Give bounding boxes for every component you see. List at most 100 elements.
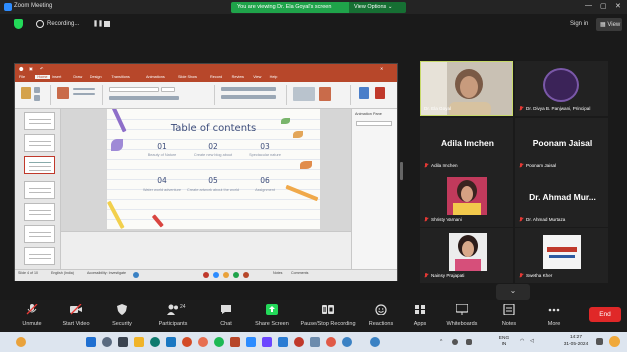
end-meeting-button[interactable]: End	[589, 307, 621, 322]
shapes-icon	[293, 87, 315, 101]
outlook-icon[interactable]	[278, 337, 288, 347]
sign-in-link[interactable]: Sign in	[570, 21, 588, 27]
ppt-tab[interactable]: Record	[210, 75, 222, 79]
editing-group	[353, 85, 395, 105]
participant-name: Poonam Jaisal	[516, 163, 607, 171]
ppt-ribbon-tabs: File Home Insert Draw Design Transitions Anima…	[15, 73, 397, 82]
slide-thumbnail[interactable]	[24, 225, 55, 243]
search-icon[interactable]	[102, 337, 112, 347]
gallery-collapse-chevron-icon[interactable]: ⌄	[496, 284, 530, 300]
participant-tile[interactable]: Swetha Kher	[515, 228, 608, 283]
language-indicator[interactable]: ENG IN	[496, 336, 512, 347]
section-text: Assignment	[255, 188, 275, 192]
tray-icon[interactable]	[452, 339, 458, 345]
spotify-icon[interactable]	[214, 337, 224, 347]
wifi-icon[interactable]: ◠	[520, 339, 524, 345]
start-menu-icon[interactable]	[86, 337, 96, 347]
play-selected-button[interactable]	[356, 121, 392, 126]
dictate-icon	[359, 87, 369, 99]
slide-thumbnail[interactable]	[24, 247, 55, 265]
app-icon[interactable]	[370, 337, 380, 347]
recording-icon	[36, 20, 44, 28]
slide-thumbnail[interactable]	[24, 134, 55, 152]
powerpoint-icon[interactable]	[230, 337, 240, 347]
red-pencil-decoration	[152, 214, 164, 228]
ppt-tab[interactable]: Transitions	[111, 75, 129, 79]
stop-recording-icon[interactable]	[104, 21, 110, 27]
task-view-icon[interactable]	[118, 337, 128, 347]
pause-stop-icon	[322, 305, 334, 314]
app-icon[interactable]	[326, 337, 336, 347]
font-size-select	[161, 87, 175, 92]
participants-button[interactable]: 24 Participants	[143, 300, 203, 332]
zoom-taskbar-icon[interactable]	[246, 337, 256, 347]
clock-date[interactable]: 31-05-2024	[560, 342, 592, 348]
slide-canvas: Table of contents 01 Beauty of Nature 02…	[61, 109, 351, 269]
shared-taskbar-icon	[203, 272, 209, 278]
participant-tile[interactable]: Nainsy Prajapati	[420, 228, 513, 283]
teams-icon[interactable]	[262, 337, 272, 347]
app-icon[interactable]	[294, 337, 304, 347]
ppt-tab[interactable]: Draw	[73, 75, 82, 79]
participant-tile[interactable]: Dr. Ahmad Mur... Dr. Ahmad Murtaza	[515, 172, 608, 227]
participant-name: Nainsy Prajapati	[421, 273, 512, 281]
splitter-handle[interactable]	[400, 162, 403, 180]
tray-icon[interactable]	[466, 339, 472, 345]
view-options-button[interactable]: View Options ⌄	[349, 2, 406, 13]
participants-count: 24	[180, 304, 186, 310]
mic-muted-icon	[424, 273, 429, 278]
clock-time[interactable]: 14:27	[565, 335, 587, 341]
ppt-tab[interactable]: Insert	[52, 75, 62, 79]
ppt-tab[interactable]: Review	[232, 75, 244, 79]
ppt-tab[interactable]: File	[19, 75, 25, 79]
app-icon[interactable]	[342, 337, 352, 347]
firefox-icon[interactable]	[198, 337, 208, 347]
drawing-group	[289, 85, 351, 105]
edge-icon[interactable]	[150, 337, 160, 347]
recording-label: Recording...	[47, 21, 80, 27]
ppt-tab[interactable]: Animations	[146, 75, 165, 79]
minimize-button[interactable]: —	[585, 2, 592, 9]
ppt-tab[interactable]: Design	[90, 75, 102, 79]
title-bar: Zoom Meeting You are viewing Dr. Ela Goy…	[0, 0, 627, 14]
meeting-header: Recording... ❚❚ Sign in ▦ View	[0, 14, 627, 36]
participant-tile[interactable]: Poonam Jaisal Poonam Jaisal	[515, 118, 608, 173]
slide-thumbnail[interactable]	[24, 112, 55, 130]
view-button[interactable]: ▦ View	[596, 18, 622, 31]
security-shield-icon[interactable]	[14, 19, 23, 29]
chrome-icon[interactable]	[182, 337, 192, 347]
shared-taskbar-icon	[133, 272, 139, 278]
participant-display-name: Poonam Jaisal	[532, 138, 593, 148]
ppt-tab[interactable]: Slide Show	[178, 75, 197, 79]
slide-thumbnail-selected[interactable]	[24, 156, 55, 174]
file-explorer-icon[interactable]	[134, 337, 144, 347]
pause-stop-recording-button[interactable]: Pause/Stop Recording	[298, 300, 358, 332]
copilot-icon[interactable]	[609, 336, 620, 347]
ppt-tab[interactable]: Help	[270, 75, 278, 79]
maximize-button[interactable]: ▢	[600, 2, 607, 10]
more-button[interactable]: More	[524, 300, 584, 332]
mic-muted-icon	[519, 273, 524, 278]
mic-muted-icon	[519, 106, 524, 111]
yellow-pencil-decoration	[107, 200, 125, 229]
notification-icon[interactable]	[596, 338, 603, 345]
volume-icon[interactable]: ◁	[530, 339, 534, 345]
pause-recording-icon[interactable]: ❚❚	[93, 20, 103, 27]
weather-icon[interactable]	[16, 337, 26, 347]
ppt-tab[interactable]: View	[253, 75, 261, 79]
close-button[interactable]: ✕	[615, 2, 621, 10]
notes-area[interactable]	[61, 231, 351, 269]
participant-tile[interactable]: Dr. Divya B. Panjwani, Principal	[515, 61, 608, 116]
participant-name: Shristy Varnani	[421, 217, 512, 225]
app-icon[interactable]	[310, 337, 320, 347]
slide-thumbnail[interactable]	[24, 181, 55, 199]
share-screen-label: Share Screen	[255, 321, 289, 327]
tray-overflow-icon[interactable]: ^	[440, 339, 442, 345]
word-icon[interactable]	[166, 337, 176, 347]
share-screen-button[interactable]: Share Screen	[242, 300, 302, 332]
slide-thumbnail[interactable]	[24, 203, 55, 221]
participant-tile[interactable]: Adila Imchen Adila Imchen	[420, 118, 513, 173]
participant-tile[interactable]: Dr. Ela Goyal	[420, 61, 513, 116]
participant-tile[interactable]: Shristy Varnani	[420, 172, 513, 227]
ppt-tab[interactable]: Home	[35, 75, 50, 79]
